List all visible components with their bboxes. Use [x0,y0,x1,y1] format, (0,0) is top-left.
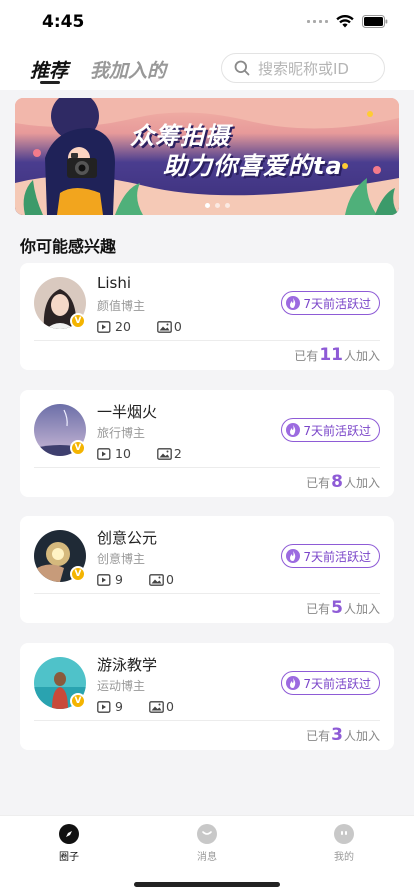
joined-prefix: 已有 [306,476,331,490]
banner-subheadline: 助力你喜爱的ta [163,152,343,180]
creator-name: 一半烟火 [97,403,158,421]
joined-count-label: 已有 5 人加入 [306,598,380,618]
photo-icon [157,320,172,333]
activity-badge: 7天前活跃过 [281,544,380,568]
creator-stats: 20 0 [97,319,182,334]
creator-card[interactable]: V 创意公元 创意博主 9 0 7天前活跃过 已有 5 人加入 [20,516,394,623]
joined-number: 5 [331,598,343,618]
video-count: 10 [115,446,131,461]
flame-icon [286,423,301,437]
joined-number: 11 [319,345,343,365]
creator-stats: 10 2 [97,446,182,461]
video-count: 9 [115,699,123,714]
activity-text: 7天前活跃过 [303,676,371,691]
compass-icon [59,824,79,844]
creator-card[interactable]: V 游泳教学 运动博主 9 0 7天前活跃过 已有 3 人加入 [20,643,394,750]
divider [34,720,380,721]
joined-prefix: 已有 [306,602,331,616]
photo-icon [157,447,172,460]
tab-label: 圈子 [59,852,79,863]
divider [34,593,380,594]
creator-name: 创意公元 [97,529,158,547]
joined-prefix: 已有 [306,729,331,743]
photo-count: 0 [165,572,174,587]
signal-icon [307,20,328,23]
divider [34,340,380,341]
section-title: 你可能感兴趣 [20,237,117,256]
top-bar: 推荐 我加入的 搜索昵称或ID [0,44,414,90]
creator-stats: 9 0 [97,699,174,714]
flame-icon [286,296,301,310]
active-tab-indicator [40,81,60,84]
video-count: 20 [115,319,131,334]
flame-icon [286,549,301,563]
creator-role: 旅行博主 [97,426,146,440]
wifi-icon [336,15,354,28]
video-icon [97,447,111,460]
verified-badge: V [70,566,86,582]
search-icon [234,60,250,76]
divider [34,467,380,468]
chat-icon [197,824,217,844]
status-time: 4:45 [42,12,85,32]
tab-joined[interactable]: 我加入的 [90,56,166,83]
search-placeholder: 搜索昵称或ID [258,59,349,78]
activity-text: 7天前活跃过 [303,296,371,311]
joined-suffix: 人加入 [343,729,380,743]
creator-name: Lishi [97,274,132,292]
video-count: 9 [115,572,123,587]
joined-number: 3 [331,725,343,745]
verified-badge: V [70,693,86,709]
battery-icon [362,15,388,28]
profile-icon [334,824,354,844]
joined-suffix: 人加入 [343,476,380,490]
photo-icon [149,700,164,713]
joined-count-label: 已有 11 人加入 [294,345,380,365]
joined-suffix: 人加入 [343,602,380,616]
photo-count: 0 [173,319,182,334]
activity-text: 7天前活跃过 [303,423,371,438]
creator-role: 创意博主 [97,552,146,566]
video-icon [97,320,111,333]
creator-name: 游泳教学 [97,656,158,674]
creator-stats: 9 0 [97,572,174,587]
status-bar: 4:45 [0,0,414,44]
joined-suffix: 人加入 [343,349,380,363]
joined-count-label: 已有 8 人加入 [306,472,380,492]
tab-label: 消息 [197,852,217,863]
joined-prefix: 已有 [294,349,319,363]
video-icon [97,573,111,586]
activity-badge: 7天前活跃过 [281,291,380,315]
tab-label: 我的 [334,852,354,863]
verified-badge: V [70,440,86,456]
photo-count: 2 [173,446,182,461]
activity-badge: 7天前活跃过 [281,418,380,442]
creator-role: 运动博主 [97,679,146,693]
photo-count: 0 [165,699,174,714]
verified-badge: V [70,313,86,329]
search-input[interactable]: 搜索昵称或ID [221,53,385,83]
photo-icon [149,573,164,586]
activity-text: 7天前活跃过 [303,549,371,564]
status-icons [307,15,388,28]
tab-messages[interactable]: 消息 [177,824,237,863]
flame-icon [286,676,301,690]
banner-page-indicator [205,203,230,208]
tab-me[interactable]: 我的 [314,824,374,863]
tab-recommended[interactable]: 推荐 [30,56,68,83]
joined-count-label: 已有 3 人加入 [306,725,380,745]
creator-role: 颜值博主 [97,299,146,313]
video-icon [97,700,111,713]
creator-card[interactable]: V 一半烟火 旅行博主 10 2 7天前活跃过 已有 8 人加入 [20,390,394,497]
promo-banner[interactable]: 众筹拍摄 助力你喜爱的ta [15,98,399,215]
creator-card[interactable]: V Lishi 颜值博主 20 0 7天前活跃过 已有 11 人加入 [20,263,394,370]
home-indicator [134,882,280,887]
activity-badge: 7天前活跃过 [281,671,380,695]
joined-number: 8 [331,472,343,492]
tab-circle[interactable]: 圈子 [39,824,99,863]
